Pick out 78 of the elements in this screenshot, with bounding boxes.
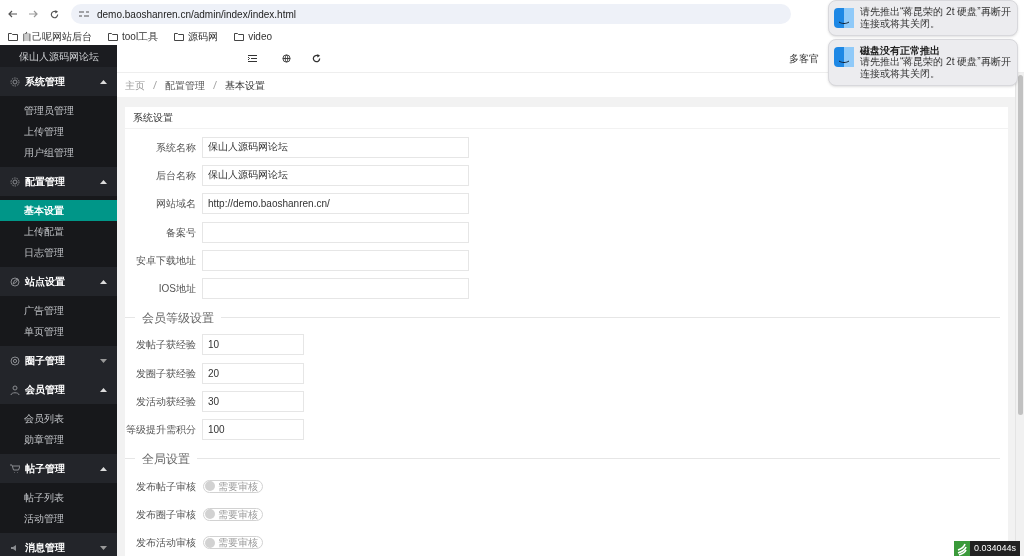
cart-icon	[10, 463, 20, 474]
field-label: IOS地址	[157, 282, 196, 297]
debug-badge[interactable]: 0.034044s	[953, 541, 1020, 556]
site-settings-icon[interactable]	[79, 10, 89, 18]
notification[interactable]: 磁盘没有正常推出 请先推出“蒋昆荣的 2t 硬盘”再断开连接或将其关闭。	[828, 39, 1018, 86]
sidebar-group[interactable]: 系统管理	[0, 67, 117, 96]
field-label: 后台名称	[155, 168, 196, 183]
sidebar-item[interactable]: 日志管理	[0, 242, 117, 263]
sidebar-item[interactable]: 广告管理	[0, 300, 117, 321]
input-field[interactable]: 保山人源码网论坛	[202, 164, 469, 186]
sidebar-item[interactable]: 帖子列表	[0, 487, 117, 508]
input-field[interactable]: 30	[202, 391, 304, 412]
scrollbar-thumb[interactable]	[1017, 75, 1023, 415]
slash-icon	[153, 81, 157, 89]
folder-icon	[234, 32, 245, 41]
gear-icon	[10, 176, 20, 187]
back-icon[interactable]	[8, 10, 17, 18]
section-heading: 全局设置	[141, 450, 191, 468]
sidebar-group[interactable]: 消息管理	[0, 533, 117, 556]
sidebar-item[interactable]: 单页管理	[0, 321, 117, 342]
input-field[interactable]: 20	[202, 362, 304, 384]
sidebar-group[interactable]: 站点设置	[0, 267, 117, 296]
field-label: 发布帖子审核	[135, 479, 196, 494]
bookmark[interactable]: video	[234, 29, 273, 44]
user-icon	[10, 384, 20, 395]
forward-icon[interactable]	[29, 10, 38, 18]
card-title: 系统设置	[125, 107, 1008, 129]
folder-icon	[8, 32, 18, 41]
field-label: 发活动获经验	[135, 395, 196, 409]
sidebar-group[interactable]: 配置管理	[0, 167, 117, 196]
field-label: 系统名称	[155, 140, 196, 155]
user-name[interactable]: 多客官	[789, 51, 819, 66]
field-label: 发帖子获经验	[135, 338, 196, 353]
input-field[interactable]: http://demo.baoshanren.cn/	[202, 193, 469, 215]
sidebar-item[interactable]: 管理员管理	[0, 100, 117, 121]
notification-title: 磁盘没有正常推出	[860, 45, 941, 56]
notification-text: 请先推出“蒋昆荣的 2t 硬盘”再断开连接或将其关闭。	[860, 6, 1012, 30]
input-field[interactable]	[202, 249, 469, 271]
bookmark[interactable]: tool工具	[108, 29, 159, 44]
sidebar-item[interactable]: 勋章管理	[0, 429, 117, 450]
breadcrumb-link[interactable]: 配置管理	[165, 77, 205, 93]
input-field[interactable]: 保山人源码网论坛	[202, 136, 469, 158]
notification[interactable]: 请先推出“蒋昆荣的 2t 硬盘”再断开连接或将其关闭。	[828, 0, 1018, 36]
notification-text: 请先推出“蒋昆荣的 2t 硬盘”再断开连接或将其关闭。	[860, 56, 1012, 80]
sidebar-group[interactable]: 帖子管理	[0, 454, 117, 483]
field-label: 网站域名	[155, 197, 196, 212]
sidebar-group[interactable]: 圈子管理	[0, 346, 117, 375]
folder-icon	[108, 32, 118, 41]
sidebar-item[interactable]: 基本设置	[0, 200, 117, 221]
input-field[interactable]: 10	[202, 334, 304, 356]
field-label: 备案号	[165, 225, 196, 240]
sidebar-item[interactable]: 会员列表	[0, 408, 117, 429]
folder-icon	[174, 32, 185, 41]
globe-icon[interactable]	[282, 54, 291, 63]
field-label: 发布活动审核	[135, 536, 196, 551]
refresh-icon[interactable]	[312, 54, 321, 63]
menu-icon[interactable]	[248, 55, 257, 62]
gear-icon	[10, 76, 20, 87]
sidebar-group[interactable]: 会员管理	[0, 375, 117, 404]
sidebar-item[interactable]: 用户组管理	[0, 142, 117, 163]
input-field[interactable]	[202, 278, 469, 300]
bookmark[interactable]: 源码网	[174, 29, 219, 44]
sidebar-item[interactable]: 上传配置	[0, 221, 117, 242]
slash-icon	[213, 81, 217, 89]
input-field[interactable]: 100	[202, 419, 304, 441]
field-label: 发布圈子审核	[135, 507, 196, 522]
bookmark[interactable]: 自己呢网站后台	[8, 29, 92, 44]
sidebar-item[interactable]: 上传管理	[0, 121, 117, 142]
input-field[interactable]	[202, 221, 469, 243]
section-heading: 会员等级设置	[141, 309, 215, 327]
sidebar-item[interactable]: 活动管理	[0, 508, 117, 529]
sidebar-title: 保山人源码网论坛	[17, 49, 100, 64]
address-bar[interactable]: demo.baoshanren.cn/admin/index/index.html	[71, 4, 791, 24]
reload-icon[interactable]	[50, 9, 59, 19]
field-label: 发圈子获经验	[135, 366, 196, 381]
compass-icon	[10, 276, 20, 287]
field-label: 安卓下载地址	[135, 253, 196, 268]
field-label: 等级提升需积分	[125, 423, 196, 438]
